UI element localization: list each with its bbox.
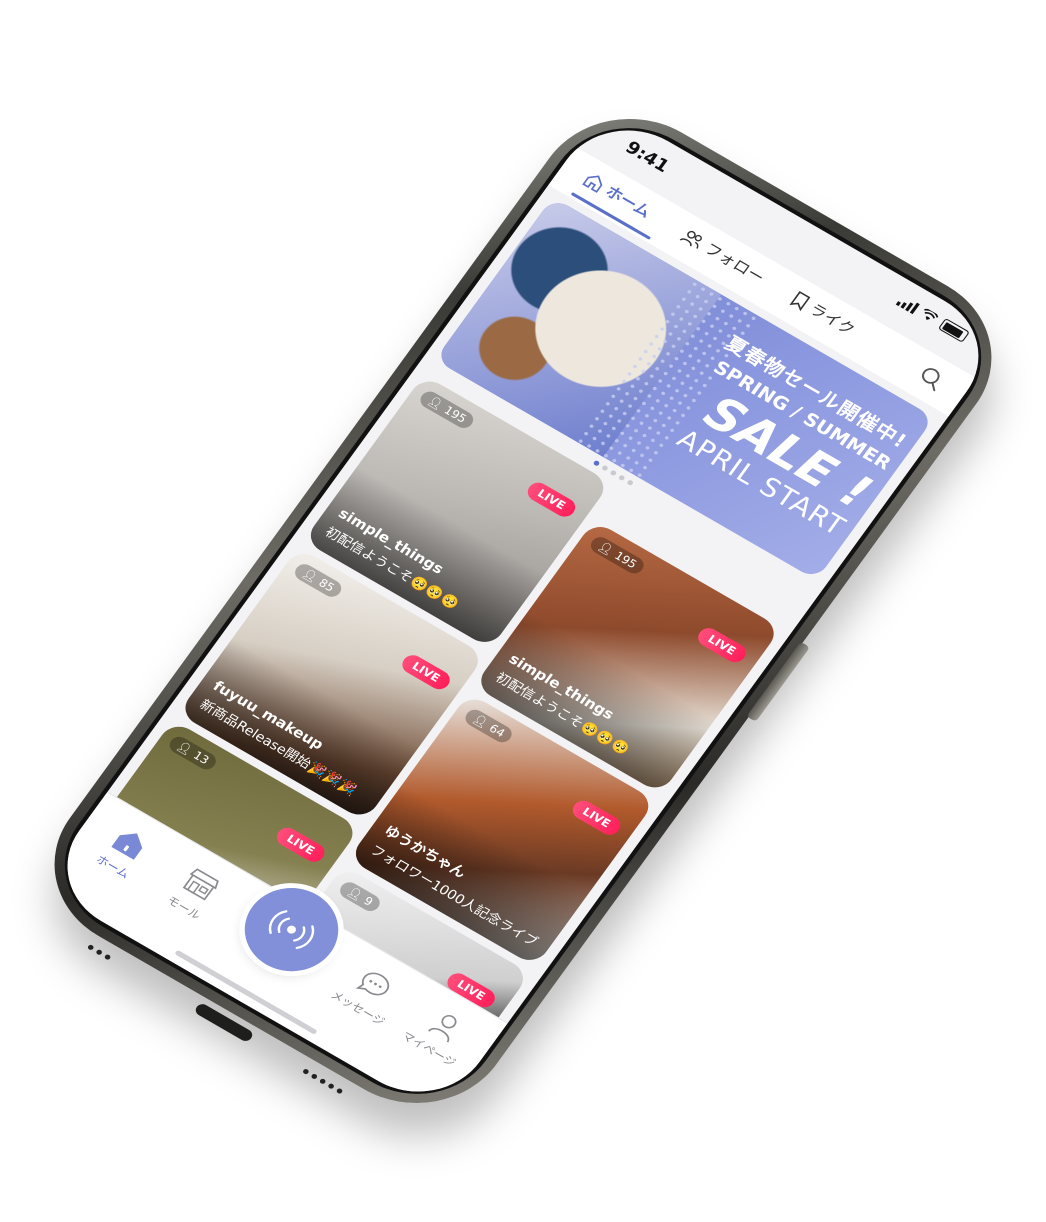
viewer-icon: 👤︎ xyxy=(344,884,366,903)
tab-label: ライク xyxy=(805,300,859,340)
viewer-icon: 👤︎ xyxy=(173,739,195,758)
phone: 9:41 ホーム フォロー ライク 夏春物セール開催中! SPRING / SU… xyxy=(17,86,1029,1136)
store-icon xyxy=(182,868,219,901)
viewer-count-value: 195 xyxy=(441,403,469,426)
viewer-count: 👤︎ 13 xyxy=(166,733,220,773)
home-icon xyxy=(582,175,603,193)
person-icon xyxy=(428,1014,457,1043)
battery-icon xyxy=(937,317,970,343)
viewer-count-value: 9 xyxy=(361,894,376,909)
speaker-grille-left xyxy=(86,943,112,961)
viewer-count: 👤︎ 195 xyxy=(587,533,648,577)
pager-dot xyxy=(609,469,618,477)
home-icon xyxy=(111,833,143,860)
people-icon xyxy=(679,230,703,249)
live-badge: LIVE xyxy=(523,478,580,521)
live-badge: LIVE xyxy=(694,624,750,666)
bookmark-icon xyxy=(789,290,811,311)
signal-icon xyxy=(896,294,921,314)
viewer-icon: 👤︎ xyxy=(469,711,491,731)
pager-dot xyxy=(592,459,601,467)
viewer-icon: 👤︎ xyxy=(595,539,616,558)
viewer-count: 👤︎ 195 xyxy=(416,388,477,432)
viewer-count-value: 85 xyxy=(316,576,338,595)
status-time: 9:41 xyxy=(621,137,673,178)
nav-mypage[interactable]: マイページ xyxy=(392,995,488,1074)
wifi-icon xyxy=(924,308,939,320)
chat-icon xyxy=(355,972,390,996)
live-badge: LIVE xyxy=(272,824,329,866)
viewer-icon: 👤︎ xyxy=(424,393,446,413)
viewer-count: 👤︎ 85 xyxy=(291,561,345,600)
search-icon xyxy=(921,368,940,392)
viewer-count: 👤︎ 9 xyxy=(336,879,384,915)
viewer-count-value: 195 xyxy=(611,549,640,572)
pager-dot xyxy=(601,464,609,472)
live-badge: LIVE xyxy=(398,651,454,693)
viewer-icon: 👤︎ xyxy=(299,566,321,585)
broadcast-icon xyxy=(268,910,315,950)
search-button[interactable] xyxy=(910,362,949,398)
nav-mall[interactable]: モール xyxy=(146,854,242,933)
stage: 9:41 ホーム フォロー ライク 夏春物セール開催中! SPRING / SU… xyxy=(0,0,1046,1222)
viewer-count-value: 13 xyxy=(190,748,212,768)
viewer-count: 👤︎ 64 xyxy=(461,706,516,746)
pager-dot xyxy=(626,479,635,487)
viewer-count-value: 64 xyxy=(486,721,508,741)
pager-dot xyxy=(617,474,626,482)
live-badge: LIVE xyxy=(568,797,625,839)
screen: 9:41 ホーム フォロー ライク 夏春物セール開催中! SPRING / SU… xyxy=(39,105,1007,1117)
